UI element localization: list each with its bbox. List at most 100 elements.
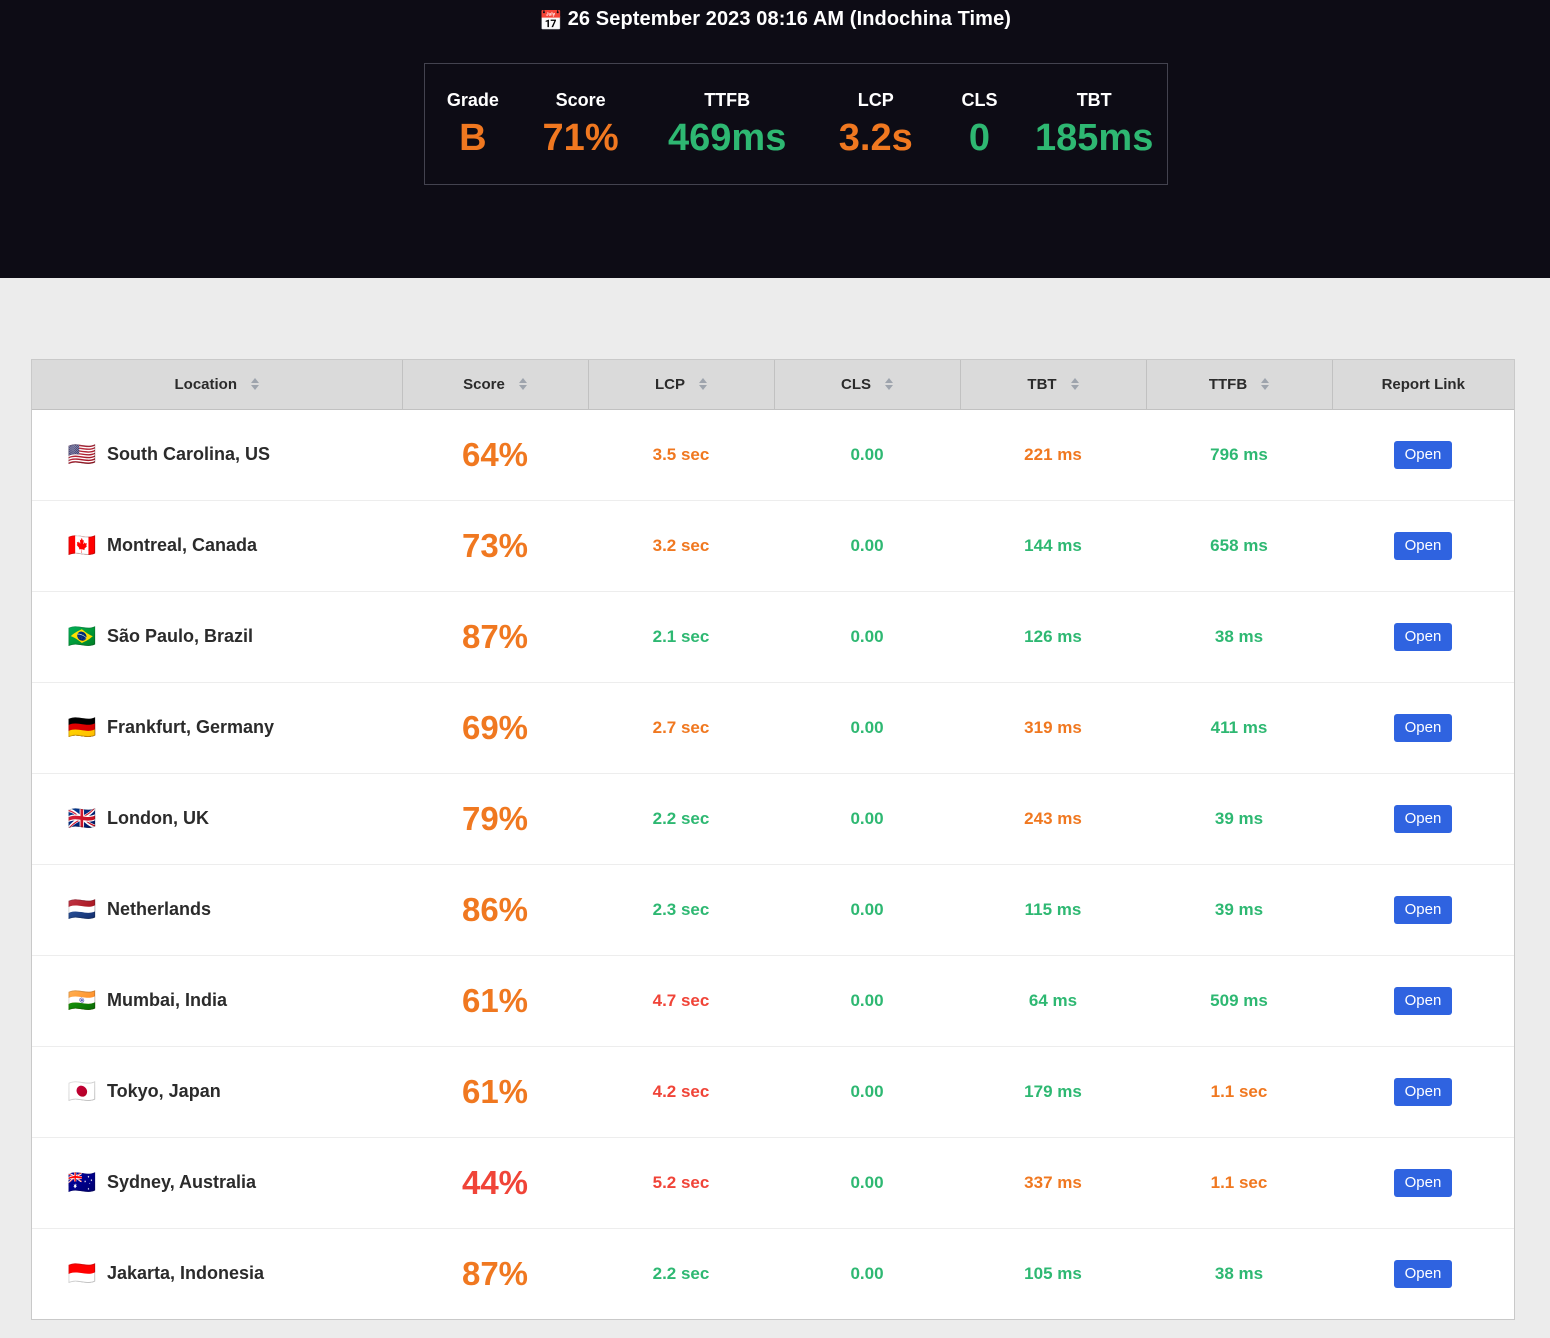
cell-lcp: 3.5 sec	[588, 409, 774, 501]
cell-report-link: Open	[1332, 500, 1514, 592]
cell-report-link: Open	[1332, 864, 1514, 956]
sort-icon[interactable]	[699, 378, 707, 391]
open-report-button[interactable]: Open	[1393, 622, 1453, 651]
open-report-button[interactable]: Open	[1393, 1259, 1453, 1288]
country-flag-icon: 🇦🇺	[67, 1169, 97, 1195]
location-name: Jakarta, Indonesia	[107, 1263, 265, 1284]
sort-icon[interactable]	[518, 378, 527, 391]
cell-cls: 0.00	[774, 500, 960, 592]
metric-tbt: TBT 185ms	[1021, 89, 1167, 160]
cell-location: 🇯🇵 Tokyo, Japan	[32, 1046, 402, 1138]
country-flag-icon: 🇮🇩	[67, 1260, 97, 1287]
open-report-button[interactable]: Open	[1393, 804, 1453, 833]
open-report-button[interactable]: Open	[1393, 895, 1453, 924]
cell-location: 🇨🇦 Montreal, Canada	[32, 500, 402, 592]
location-name: Mumbai, India	[107, 990, 228, 1010]
score-value: 86%	[461, 890, 529, 928]
sort-icon[interactable]	[1070, 378, 1079, 391]
cls-value: 0.00	[850, 535, 884, 555]
score-value: 87%	[461, 617, 529, 655]
metric-grade-label: Grade	[446, 89, 499, 110]
cell-tbt: 126 ms	[960, 591, 1146, 683]
open-report-button[interactable]: Open	[1393, 1168, 1453, 1197]
country-flag-icon: 🇮🇳	[67, 987, 97, 1013]
table-row: 🇨🇦 Montreal, Canada 73% 3.2 sec 0.00 144 ms 65…	[32, 500, 1514, 592]
lcp-value: 2.2 sec	[652, 808, 710, 828]
results-table: Location Score LCP CLS TBT TTFB Report L…	[32, 360, 1514, 1319]
tbt-value: 105 ms	[1024, 1263, 1082, 1283]
cell-lcp: 2.7 sec	[588, 682, 774, 774]
sort-icon[interactable]	[885, 378, 893, 391]
ttfb-value: 509 ms	[1210, 990, 1268, 1010]
results-table-container: Location Score LCP CLS TBT TTFB Report L…	[31, 359, 1515, 1320]
country-flag-icon: 🇧🇷	[67, 623, 97, 649]
tbt-value: 179 ms	[1024, 1081, 1082, 1101]
column-header-ttfb-label: TTFB	[1208, 375, 1248, 393]
metric-cls: CLS 0	[938, 89, 1022, 160]
cell-location: 🇺🇸 South Carolina, US	[32, 409, 402, 501]
cell-cls: 0.00	[774, 955, 960, 1047]
cell-cls: 0.00	[774, 864, 960, 956]
score-value: 61%	[461, 981, 529, 1019]
score-value: 44%	[461, 1163, 529, 1201]
column-header-lcp-label: LCP	[655, 375, 685, 393]
open-report-button[interactable]: Open	[1393, 1077, 1453, 1106]
cell-tbt: 243 ms	[960, 773, 1146, 865]
cell-cls: 0.00	[774, 409, 960, 501]
open-report-button[interactable]: Open	[1393, 440, 1453, 469]
cls-value: 0.00	[850, 1172, 884, 1192]
column-header-lcp[interactable]: LCP	[588, 360, 775, 410]
cell-lcp: 5.2 sec	[588, 1137, 774, 1229]
cell-score: 61%	[402, 955, 588, 1047]
sort-icon[interactable]	[251, 378, 259, 391]
cls-value: 0.00	[850, 717, 884, 737]
country-flag-icon: 🇨🇦	[67, 532, 97, 558]
metric-grade: Grade B	[425, 89, 521, 160]
metric-ttfb-value: 469ms	[668, 116, 787, 159]
column-header-tbt[interactable]: TBT	[960, 360, 1147, 410]
lcp-value: 4.7 sec	[652, 990, 710, 1010]
cell-lcp: 2.2 sec	[588, 1228, 774, 1319]
column-header-ttfb[interactable]: TTFB	[1146, 360, 1333, 410]
cell-report-link: Open	[1332, 1228, 1514, 1319]
cls-value: 0.00	[850, 1263, 884, 1283]
metric-lcp: LCP 3.2s	[814, 89, 938, 160]
column-header-cls[interactable]: CLS	[774, 360, 961, 410]
table-row: 🇬🇧 London, UK 79% 2.2 sec 0.00 243 ms 39 ms Ope…	[32, 773, 1514, 865]
cell-lcp: 2.3 sec	[588, 864, 774, 956]
metric-cls-label: CLS	[961, 89, 998, 110]
cell-location: 🇧🇷 São Paulo, Brazil	[32, 591, 402, 683]
open-report-button[interactable]: Open	[1393, 531, 1453, 560]
tbt-value: 126 ms	[1024, 626, 1082, 646]
ttfb-value: 1.1 sec	[1210, 1081, 1268, 1101]
open-report-button[interactable]: Open	[1393, 986, 1453, 1015]
cell-location: 🇳🇱 Netherlands	[32, 864, 402, 956]
cell-ttfb: 509 ms	[1146, 955, 1332, 1047]
cell-cls: 0.00	[774, 1137, 960, 1229]
table-head: Location Score LCP CLS TBT TTFB Report L…	[32, 360, 1514, 410]
cell-ttfb: 38 ms	[1146, 1228, 1332, 1319]
cell-lcp: 3.2 sec	[588, 500, 774, 592]
country-flag-icon: 🇯🇵	[67, 1078, 97, 1104]
cell-tbt: 64 ms	[960, 955, 1146, 1047]
cell-location: 🇦🇺 Sydney, Australia	[32, 1137, 402, 1229]
cell-tbt: 115 ms	[960, 864, 1146, 956]
ttfb-value: 38 ms	[1214, 626, 1264, 646]
cell-score: 44%	[402, 1137, 588, 1229]
table-body: 🇺🇸 South Carolina, US 64% 3.5 sec 0.00 221 ms…	[32, 409, 1514, 1319]
ttfb-value: 38 ms	[1214, 1263, 1264, 1283]
location-name: São Paulo, Brazil	[107, 626, 254, 646]
cell-lcp: 2.2 sec	[588, 773, 774, 865]
country-flag-icon: 🇬🇧	[67, 805, 97, 831]
cell-report-link: Open	[1332, 591, 1514, 683]
cell-report-link: Open	[1332, 682, 1514, 774]
sort-icon[interactable]	[1261, 378, 1270, 391]
column-header-location[interactable]: Location	[32, 360, 403, 410]
cell-tbt: 144 ms	[960, 500, 1146, 592]
cell-location: 🇬🇧 London, UK	[32, 773, 402, 865]
table-row: 🇧🇷 São Paulo, Brazil 87% 2.1 sec 0.00 126 ms 3…	[32, 591, 1514, 683]
column-header-score[interactable]: Score	[402, 360, 589, 410]
tbt-value: 115 ms	[1024, 899, 1082, 919]
open-report-button[interactable]: Open	[1393, 713, 1453, 742]
cell-cls: 0.00	[774, 591, 960, 683]
